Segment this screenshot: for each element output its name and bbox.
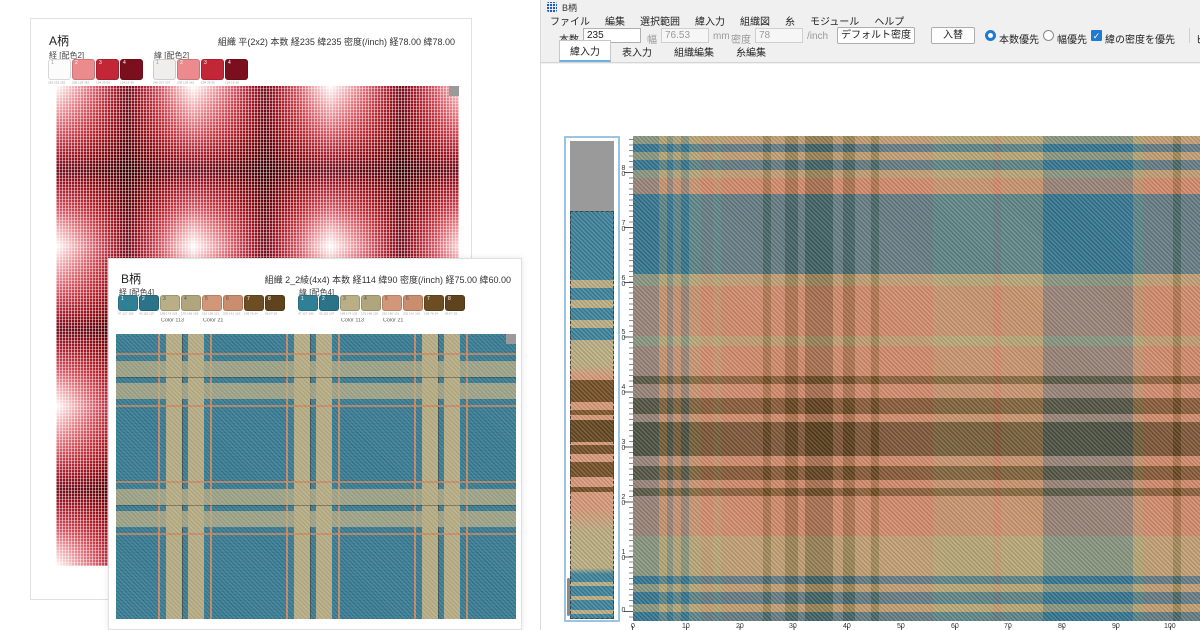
vruler-label-50: 50 [620,329,627,341]
hruler-label-100: 100 [1164,623,1176,630]
color-swatch[interactable]: 7109 78 34 [244,295,264,325]
hruler-label-90: 90 [1112,623,1120,630]
pattern-b-weave-texture [116,334,516,619]
color-swatch[interactable]: 5210 150 121Color 21 [382,295,402,325]
weft-density-checkbox-label: 緯の密度を優先 [1105,31,1175,46]
pattern-b-corner-fill [506,334,516,344]
editor-content: 80 70 60 50 40 30 20 10 0 0 10 20 30 [541,64,1200,630]
count-priority-radio[interactable] [985,30,996,41]
title-bar[interactable]: B柄 [541,0,1200,14]
count-priority-label: 本数優先 [999,31,1039,46]
hruler-label-40: 40 [843,623,851,630]
vruler-label-70: 70 [620,220,627,232]
vruler-label-20: 20 [620,494,627,506]
menu-weave-diagram[interactable]: 組織図 [740,13,770,28]
color-swatch[interactable]: 147 127 150 [298,295,318,325]
desktop: A柄 組織 平(2x2) 本数 経235 緯235 密度(/inch) 経78.… [0,0,1200,630]
hruler-label-10: 10 [682,623,690,630]
weft-density-checkbox[interactable]: ✓ [1091,30,1102,41]
menu-selection[interactable]: 選択範囲 [640,13,680,28]
vruler-label-80: 80 [620,165,627,177]
pattern-b-warp-swatches: 147 127 150242 115 1373185 174 133Color … [118,295,285,325]
hruler-label-70: 70 [1004,623,1012,630]
horizontal-ruler: 0 10 20 30 40 50 60 70 80 90 100 [619,623,1200,630]
pattern-b-fabric-preview [116,334,516,619]
menu-help[interactable]: ヘルプ [874,13,904,28]
pattern-b-weave-info: 組織 2_2綾(4x4) 本数 経114 緯90 密度(/inch) 経75.0… [265,273,511,286]
pattern-a-weave-info: 組織 平(2x2) 本数 経235 緯235 密度(/inch) 経78.00 … [218,35,455,48]
hruler-label-80: 80 [1058,623,1066,630]
tab-table-input[interactable]: 表入力 [611,41,663,62]
swap-button[interactable]: 入替 [931,27,975,44]
color-swatch[interactable]: 895 67 29 [265,295,285,325]
color-swatch[interactable]: 3185 174 133Color 113 [340,295,360,325]
tab-weft-input[interactable]: 緯入力 [559,40,611,62]
weft-color-strip[interactable] [564,136,620,622]
menu-yarn[interactable]: 糸 [785,13,795,28]
vruler-label-60: 60 [620,275,627,287]
vruler-label-10: 10 [620,549,627,561]
main-app-window: B柄 ファイル 編集 選択範囲 緯入力 組織図 糸 モジュール ヘルプ 本数 幅… [540,0,1200,630]
pattern-b-weft-swatches: 147 127 150242 115 1373185 174 133Color … [298,295,465,325]
color-swatch[interactable]: 4176 166 125 [181,295,201,325]
tab-yarn-edit[interactable]: 糸編集 [725,41,777,62]
weft-strip-scrollbar[interactable] [567,578,570,616]
color-swatch[interactable]: 242 115 137 [319,295,339,325]
app-icon [547,2,557,12]
vertical-ruler: 80 70 60 50 40 30 20 10 0 [620,136,633,622]
color-swatch[interactable]: 6202 141 110 [223,295,243,325]
default-density-button[interactable]: デフォルト密度 [837,27,915,44]
menu-edit[interactable]: 編集 [605,13,625,28]
tab-bar: 緯入力 表入力 組織編集 糸編集 [541,46,1200,63]
weft-strip-empty-area [570,141,614,211]
menu-file[interactable]: ファイル [550,13,590,28]
vruler-label-0: 0 [620,607,627,613]
width-priority-radio[interactable] [1043,30,1054,41]
color-swatch[interactable]: 7109 78 34 [424,295,444,325]
fabric-canvas[interactable] [633,136,1200,621]
color-swatch[interactable]: 3185 174 133Color 113 [160,295,180,325]
menu-module[interactable]: モジュール [810,13,859,28]
color-swatch[interactable]: 6202 141 110 [403,295,423,325]
toolbar-separator [1189,28,1190,43]
weft-strip-texture [571,212,613,618]
tab-weave-edit[interactable]: 組織編集 [663,41,725,62]
pattern-b-title: B柄 [121,270,141,287]
color-swatch[interactable]: 242 115 137 [139,295,159,325]
pattern-a-title: A柄 [49,32,69,49]
color-swatch[interactable]: 895 67 29 [445,295,465,325]
menu-weft-input[interactable]: 緯入力 [695,13,725,28]
color-swatch[interactable]: 4176 166 125 [361,295,381,325]
hruler-label-60: 60 [951,623,959,630]
color-swatch[interactable]: 147 127 150 [118,295,138,325]
vruler-label-30: 30 [620,439,627,451]
canvas-twill-texture [633,136,1200,621]
inch-unit-label: /inch [807,31,828,42]
vruler-label-40: 40 [620,384,627,396]
color-swatch[interactable]: 5210 150 121Color 21 [202,295,222,325]
hruler-label-50: 50 [897,623,905,630]
hruler-label-0: 0 [631,623,635,630]
hruler-label-20: 20 [736,623,744,630]
menu-bar: ファイル 編集 選択範囲 緯入力 組織図 糸 モジュール ヘルプ [541,14,1200,27]
weft-strip-pattern[interactable] [570,211,614,619]
pixel-zoom-label: ピクセル拡大率 [1196,31,1200,46]
hruler-label-30: 30 [789,623,797,630]
pattern-b-window[interactable]: B柄 組織 2_2綾(4x4) 本数 経114 緯90 密度(/inch) 経7… [108,258,522,630]
width-priority-label: 幅優先 [1057,31,1087,46]
pattern-a-corner-fill [449,86,459,96]
